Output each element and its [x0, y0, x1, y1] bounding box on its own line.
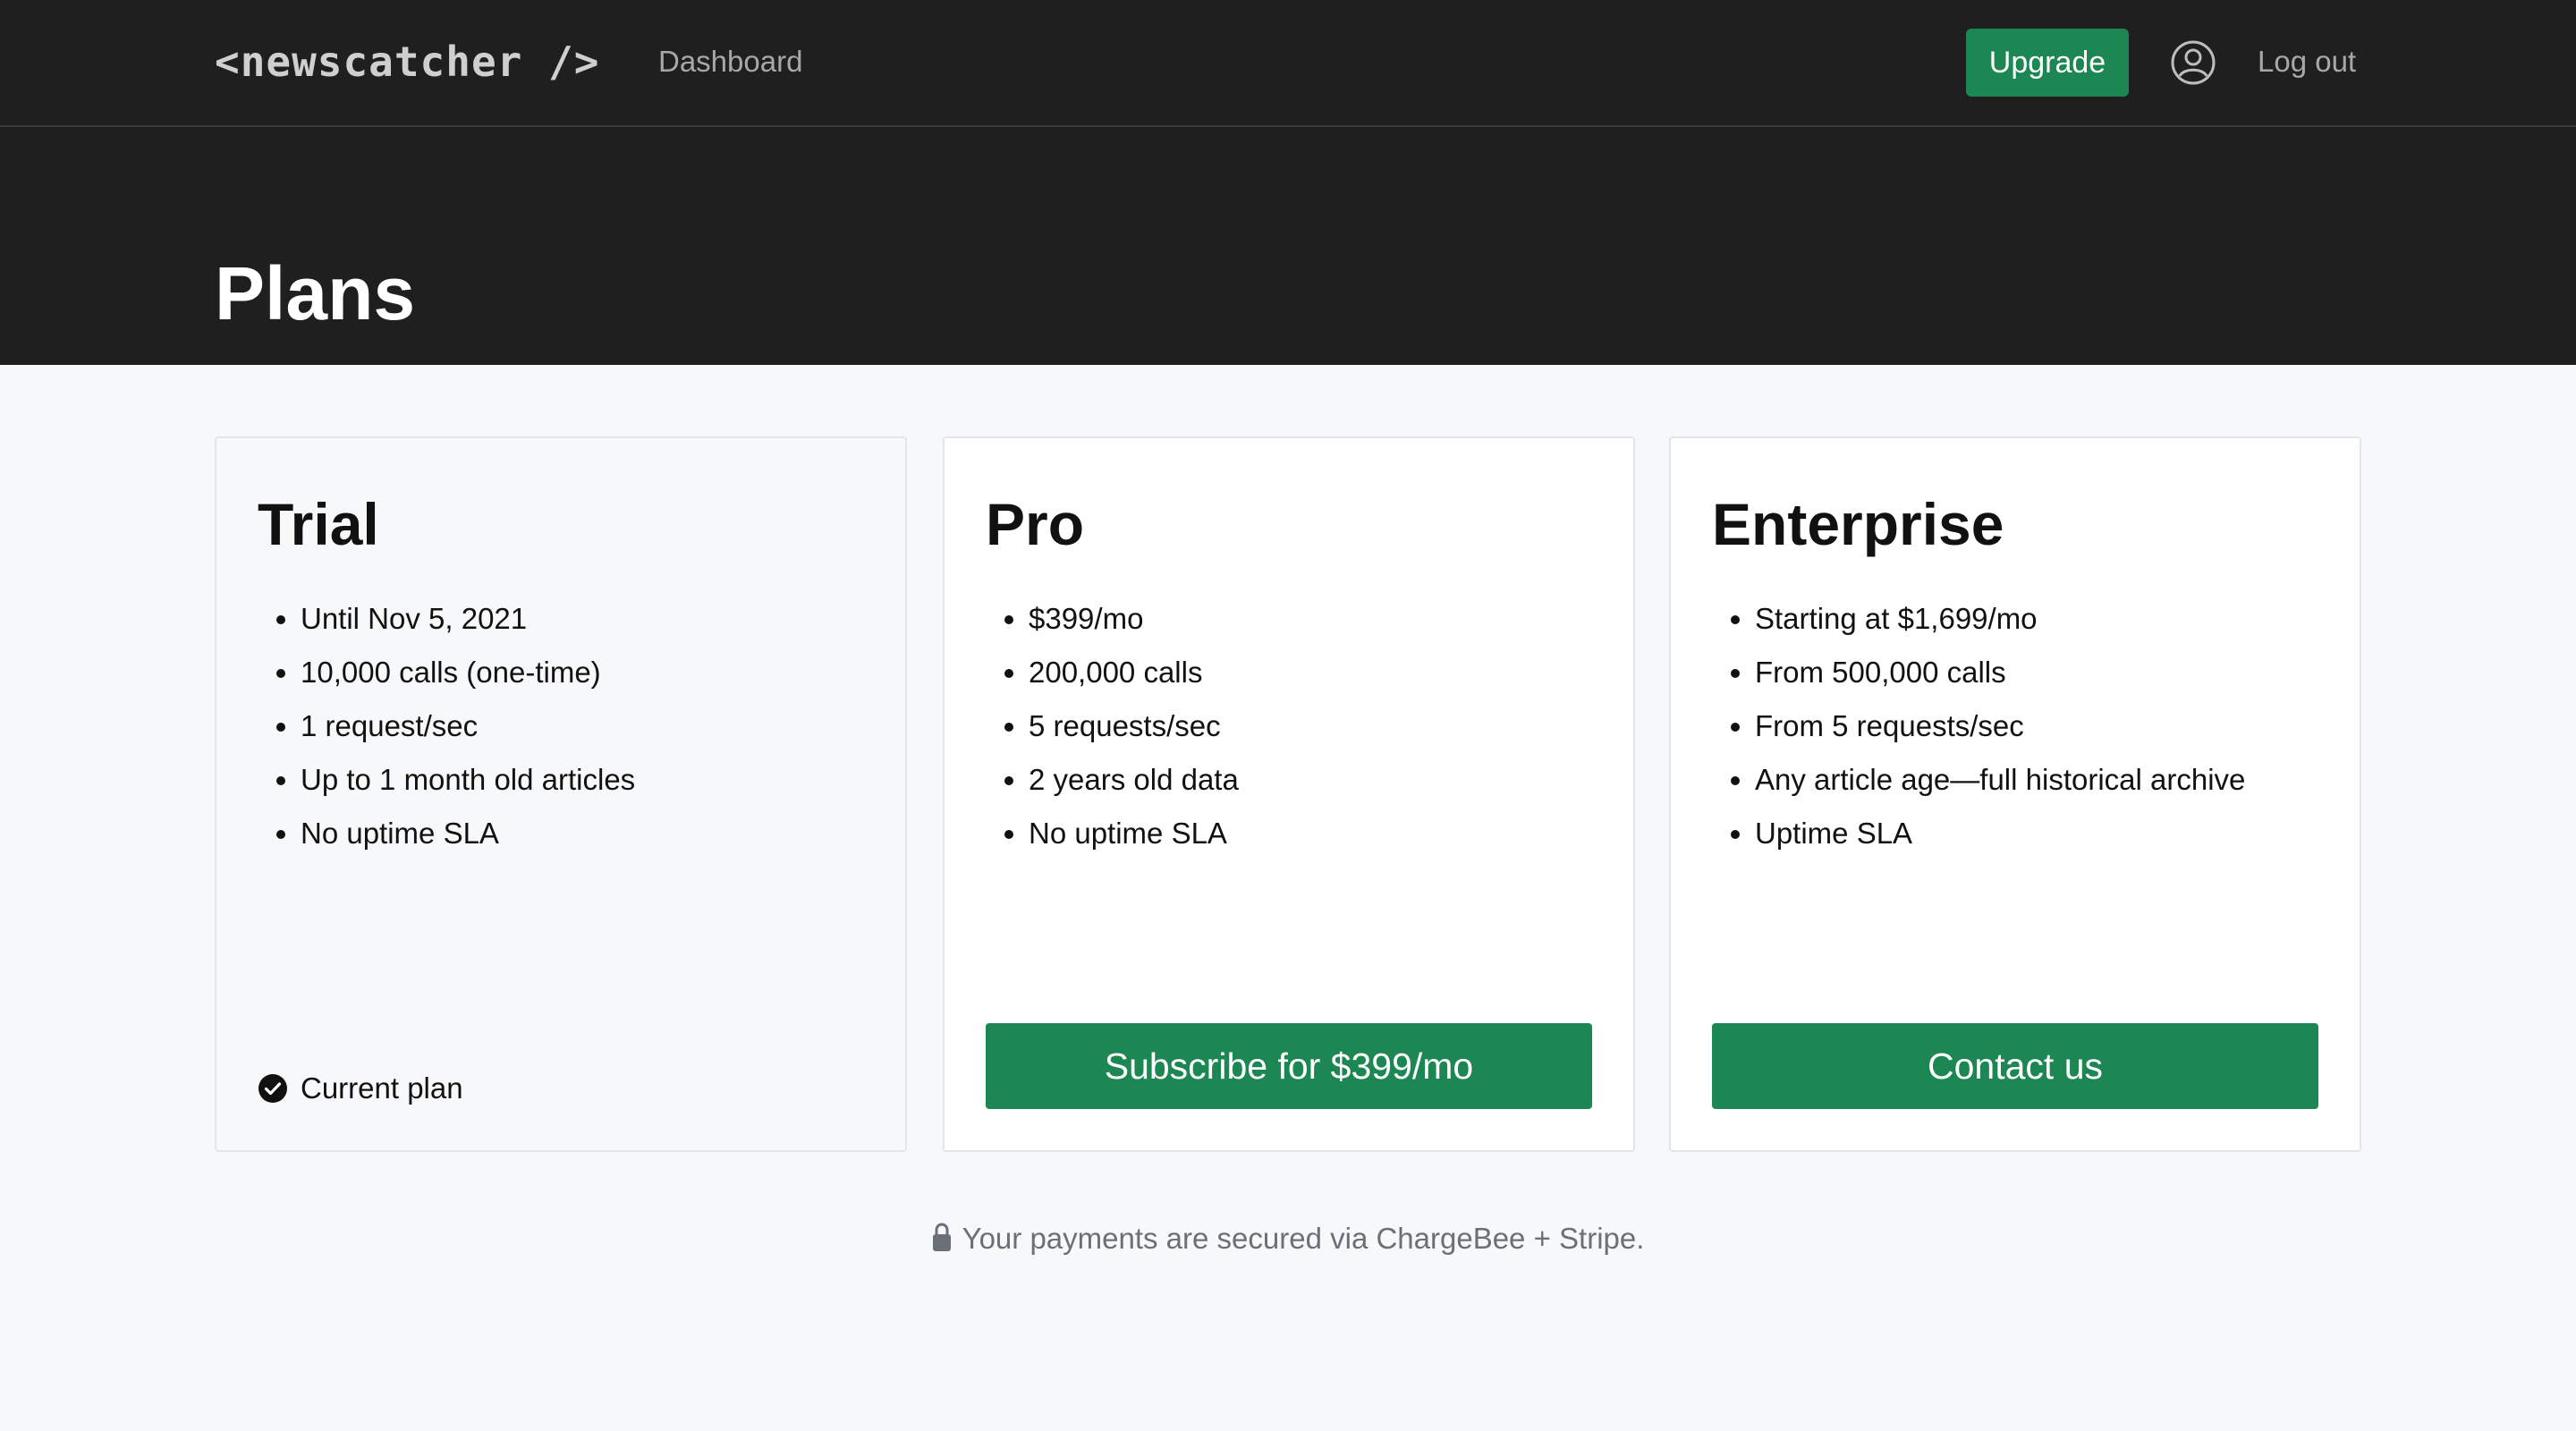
plan-card-enterprise: Enterprise Starting at $1,699/mo From 50… [1669, 436, 2361, 1152]
subscribe-pro-button[interactable]: Subscribe for $399/mo [986, 1023, 1592, 1109]
current-plan-badge: Current plan [258, 1071, 463, 1105]
plan-feature: Up to 1 month old articles [301, 753, 635, 807]
plan-name: Pro [986, 491, 1085, 557]
plan-feature: From 5 requests/sec [1755, 699, 2245, 753]
plan-card-trial: Trial Until Nov 5, 2021 10,000 calls (on… [215, 436, 907, 1152]
plan-features: $399/mo 200,000 calls 5 requests/sec 2 y… [986, 592, 1239, 860]
plan-feature: $399/mo [1029, 592, 1239, 646]
newscatcher-logo[interactable]: <newscatcher /> [215, 38, 599, 86]
logout-link[interactable]: Log out [2258, 45, 2356, 79]
plan-feature: Until Nov 5, 2021 [301, 592, 635, 646]
current-plan-label: Current plan [301, 1071, 463, 1105]
plan-feature: 10,000 calls (one-time) [301, 646, 635, 699]
payment-security-note: Your payments are secured via ChargeBee … [0, 1222, 2576, 1256]
plan-features: Until Nov 5, 2021 10,000 calls (one-time… [258, 592, 635, 860]
upgrade-button[interactable]: Upgrade [1966, 29, 2129, 97]
plan-features: Starting at $1,699/mo From 500,000 calls… [1712, 592, 2245, 860]
payment-security-text: Your payments are secured via ChargeBee … [962, 1222, 1645, 1255]
page-header: Plans [0, 127, 2576, 365]
contact-us-button[interactable]: Contact us [1712, 1023, 2318, 1109]
plan-feature: Starting at $1,699/mo [1755, 592, 2245, 646]
plan-feature: 200,000 calls [1029, 646, 1239, 699]
plan-name: Enterprise [1712, 491, 2004, 557]
plan-feature: Uptime SLA [1755, 807, 2245, 860]
plan-feature: Any article age—full historical archive [1755, 753, 2245, 807]
plan-feature: 2 years old data [1029, 753, 1239, 807]
top-navbar: <newscatcher /> Dashboard Upgrade Log ou… [0, 0, 2576, 127]
plan-feature: No uptime SLA [1029, 807, 1239, 860]
plan-feature: 1 request/sec [301, 699, 635, 753]
plan-card-pro: Pro $399/mo 200,000 calls 5 requests/sec… [943, 436, 1635, 1152]
plan-feature: No uptime SLA [301, 807, 635, 860]
plan-name: Trial [258, 491, 379, 557]
plan-feature: 5 requests/sec [1029, 699, 1239, 753]
lock-icon [932, 1223, 951, 1251]
user-account-icon[interactable] [2170, 39, 2216, 86]
check-circle-icon [258, 1074, 287, 1103]
page-title: Plans [215, 251, 416, 335]
plan-feature: From 500,000 calls [1755, 646, 2245, 699]
nav-dashboard-link[interactable]: Dashboard [658, 45, 802, 79]
